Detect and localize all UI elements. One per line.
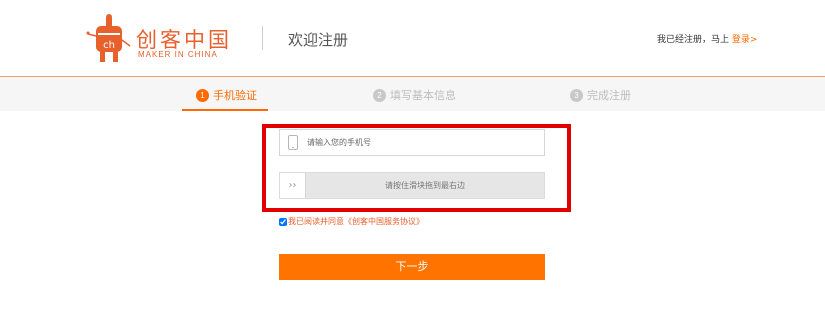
header-divider	[262, 26, 263, 50]
brand-subtitle: MAKER IN CHINA	[138, 50, 218, 59]
agreement[interactable]: 我已阅读并同意《创客中国服务协议》	[279, 216, 424, 227]
step-basic-info: 2 填写基本信息	[373, 87, 456, 103]
already-registered: 我已经注册，马上 登录>	[657, 32, 757, 45]
step-complete: 3 完成注册	[570, 87, 631, 103]
step-phone-verify: 1 手机验证	[196, 87, 257, 103]
step-number: 3	[570, 88, 583, 102]
active-step-underline	[182, 109, 268, 111]
page-title: 欢迎注册	[288, 31, 349, 49]
step-label: 完成注册	[587, 89, 631, 102]
agree-checkbox[interactable]	[279, 217, 287, 226]
step-number: 1	[196, 88, 209, 102]
step-label: 填写基本信息	[390, 89, 456, 102]
step-label: 手机验证	[213, 89, 257, 102]
next-step-button[interactable]: 下一步	[279, 254, 545, 280]
brand-logo[interactable]: ch 创客中国 MAKER IN CHINA	[86, 12, 236, 68]
svg-text:ch: ch	[103, 40, 115, 51]
step-number: 2	[373, 88, 386, 102]
robot-logo-icon: ch	[86, 14, 131, 62]
login-link[interactable]: 登录>	[732, 35, 758, 45]
already-registered-text: 我已经注册，马上	[657, 35, 730, 45]
agree-text[interactable]: 我已阅读并同意《创客中国服务协议》	[288, 216, 424, 227]
highlight-box	[262, 124, 571, 212]
